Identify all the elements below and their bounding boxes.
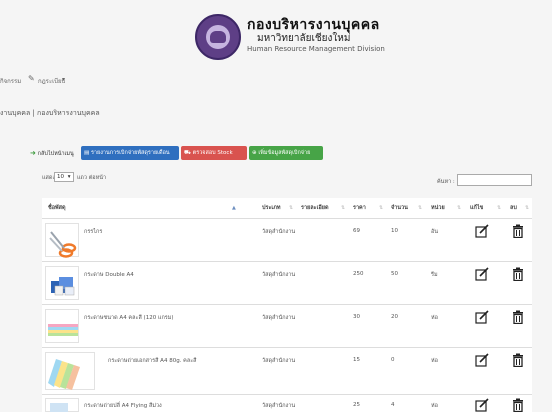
brand-university: มหาวิทยาลัยเชียงใหม่ [257,33,351,44]
add-label: เพิ่มข้อมูลพัสดุเบิกจ่าย [258,150,311,156]
item-type: วัสดุสำนักงาน [262,358,296,364]
university-logo[interactable] [195,14,241,60]
item-thumbnail [45,309,79,343]
item-thumbnail [45,223,79,258]
item-quantity: 20 [391,314,398,320]
sort-asc-icon[interactable]: ▲ [232,198,236,218]
sort-icon[interactable]: ⇅ [379,198,383,218]
sort-icon[interactable]: ⇅ [525,198,529,218]
item-type: วัสดุสำนักงาน [262,403,296,409]
edit-icon[interactable] [475,353,489,367]
page-length-value: 10 [57,174,64,180]
cart-icon: ⛟ [184,150,191,156]
copy-paper-image [48,359,80,390]
search-label: ค้นหา : [437,179,455,185]
column-header-type[interactable]: ประเภท [262,198,281,218]
item-name: กรรไกร [84,229,103,235]
column-header-unit[interactable]: หน่วย [431,198,445,218]
stock-label: ตรวจสอบ Stock [192,150,233,156]
item-unit: ห่อ [431,403,438,409]
item-type: วัสดุสำนักงาน [262,229,296,235]
sort-icon[interactable]: ⇅ [289,198,293,218]
item-quantity: 10 [391,228,398,234]
edit-icon[interactable] [475,398,489,412]
color-paper-image [48,324,78,336]
brand-text: กองบริหารงานบุคคล มหาวิทยาลัยเชียงใหม่ H… [247,17,385,54]
item-quantity: 4 [391,402,395,408]
item-quantity: 0 [391,357,395,363]
document-icon: ▤ [84,150,90,156]
item-type: วัสดุสำนักงาน [262,272,296,278]
add-item-button[interactable]: ⊕ เพิ่มข้อมูลพัสดุเบิกจ่าย [249,146,323,160]
trash-icon[interactable] [511,398,525,412]
item-name: กระดาษถ่ายเอกสารสี A4 80g. คละสี [108,358,197,364]
item-unit: ห่อ [431,358,438,364]
column-header-quantity[interactable]: จำนวน [391,198,408,218]
item-price: 250 [353,271,364,277]
trash-icon[interactable] [511,310,525,324]
column-header-detail[interactable]: รายละเอียด [301,198,329,218]
item-unit: ห่อ [431,315,438,321]
item-price: 30 [353,314,360,320]
item-name: กระดาษชนาด A4 คละสี (120 แกรม) [84,315,174,321]
row-divider [42,347,532,348]
row-divider [42,304,532,305]
nav-item-activities[interactable]: กิจกรรม [0,76,21,86]
logo-emblem [206,25,230,49]
back-to-menu-button[interactable]: ➜ กลับไปหน้าเมนู [30,146,78,160]
scissors-image [49,231,77,258]
row-divider [42,261,532,262]
site-header: กองบริหารงานบุคคล มหาวิทยาลัยเชียงใหม่ H… [0,0,552,60]
sort-icon[interactable]: ⇅ [341,198,345,218]
length-suffix: แถว ต่อหน้า [77,175,107,181]
trash-icon[interactable] [511,224,525,238]
sort-icon[interactable]: ⇅ [497,198,501,218]
check-stock-button[interactable]: ⛟ ตรวจสอบ Stock [181,146,247,160]
item-quantity: 50 [391,271,398,277]
column-header-edit[interactable]: แก้ไข [470,198,483,218]
chevron-down-icon: ▾ [62,76,66,83]
back-label: กลับไปหน้าเมนู [37,151,74,157]
sort-icon[interactable]: ⇅ [457,198,461,218]
item-unit: อัน [431,229,439,235]
sort-icon[interactable]: ⇅ [418,198,422,218]
item-thumbnail [45,398,79,412]
item-price: 69 [353,228,360,234]
search-input[interactable] [457,174,532,186]
edit-icon[interactable] [475,267,489,281]
back-arrow-icon: ➜ [30,149,36,157]
page-length-select[interactable]: 10 ▾ [54,172,74,182]
item-name: กระดาษ Double A4 [84,272,134,278]
monthly-report-button[interactable]: ▤ รายงานการเบิกจ่ายพัสดุรายเดือน [81,146,179,160]
row-divider [42,394,532,395]
column-header-price[interactable]: ราคา [353,198,366,218]
edit-icon[interactable] [475,310,489,324]
item-type: วัสดุสำนักงาน [262,315,296,321]
item-thumbnail [45,352,95,390]
chevron-down-icon: ▾ [67,174,71,180]
trash-icon[interactable] [511,267,525,281]
header-divider [42,218,532,219]
edit-icon[interactable] [475,224,489,238]
column-header-delete[interactable]: ลบ [510,198,517,218]
item-unit: รีม [431,272,438,278]
column-header-name[interactable]: ชื่อพัสดุ [48,198,66,218]
flying-paper-image [50,403,68,412]
edit-icon: ✎ [28,74,35,83]
item-thumbnail [45,266,79,300]
report-label: รายงานการเบิกจ่ายพัสดุรายเดือน [90,150,170,156]
breadcrumb: งานบุคคล | กองบริหารงานบุคคล [0,109,100,117]
brand-english: Human Resource Management Division [247,45,385,53]
item-name: กระดาษถ่ายปลี่ A4 Flying สีม่วง [84,403,162,409]
item-price: 15 [353,357,360,363]
brand-title: กองบริหารงานบุคคล [247,17,380,33]
paper-ream-image [51,277,75,296]
elephant-icon [210,31,226,43]
trash-icon[interactable] [511,353,525,367]
plus-circle-icon: ⊕ [252,150,257,156]
item-price: 25 [353,402,360,408]
